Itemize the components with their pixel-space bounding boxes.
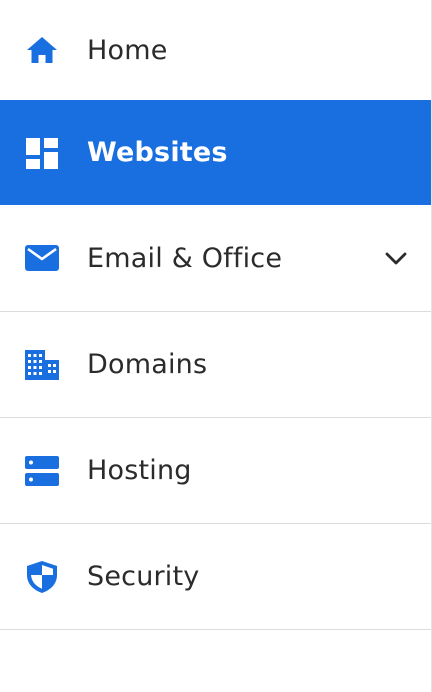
chevron-down-icon[interactable] (383, 245, 409, 271)
sidebar-item-home[interactable]: Home (0, 0, 431, 100)
sidebar-item-domains[interactable]: Domains (0, 311, 431, 417)
sidebar-item-label: Hosting (87, 455, 192, 486)
sidebar-item-hosting[interactable]: Hosting (0, 417, 431, 523)
sidebar-item-label: Home (87, 34, 168, 66)
sidebar-item-label: Websites (87, 137, 228, 168)
sidebar-nav: Home Websites Email & Office Domains Hos… (0, 0, 432, 692)
sidebar-item-security[interactable]: Security (0, 523, 431, 629)
sidebar-item-label: Domains (87, 349, 208, 380)
divider (0, 629, 431, 630)
home-icon (24, 32, 60, 68)
server-icon (24, 453, 60, 489)
sidebar-item-websites[interactable]: Websites (0, 100, 431, 205)
building-icon (24, 347, 60, 383)
envelope-icon (24, 240, 60, 276)
sidebar-item-label: Security (87, 561, 200, 592)
shield-icon (24, 559, 60, 595)
sidebar-item-email-office[interactable]: Email & Office (0, 205, 431, 311)
websites-grid-icon (24, 135, 60, 171)
sidebar-item-label: Email & Office (87, 242, 283, 274)
